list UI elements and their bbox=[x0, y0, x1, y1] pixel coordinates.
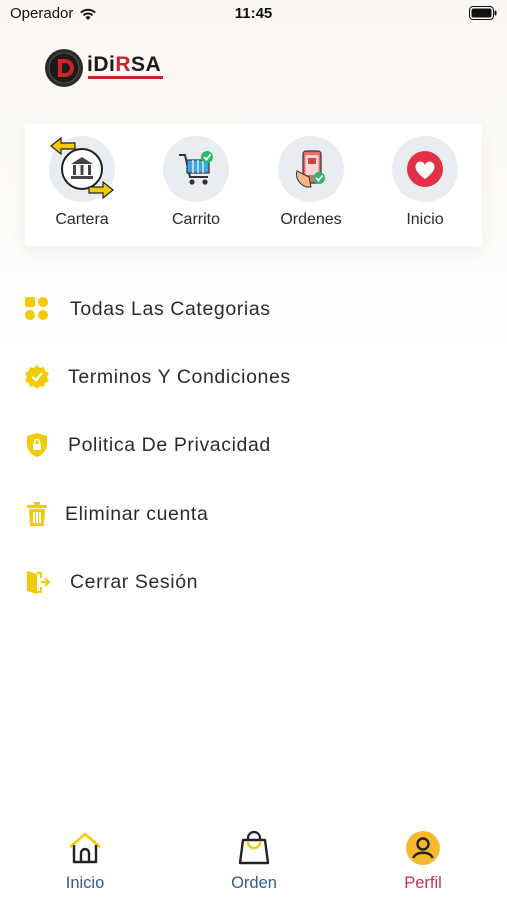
shortcut-carrito[interactable]: Carrito bbox=[141, 136, 251, 229]
tab-perfil[interactable]: Perfil bbox=[373, 830, 473, 893]
menu-item-label: Terminos Y Condiciones bbox=[68, 365, 291, 388]
tab-label: Perfil bbox=[404, 874, 442, 892]
shortcut-icon-circle bbox=[163, 136, 229, 202]
shortcut-label: Cartera bbox=[55, 211, 109, 228]
phone-order-icon bbox=[296, 150, 325, 188]
shortcut-icon-circle bbox=[49, 136, 115, 202]
clock: 11:45 bbox=[234, 5, 273, 22]
shortcut-label: Carrito bbox=[171, 211, 220, 228]
shortcut-icon-circle bbox=[278, 136, 344, 202]
logo-underline bbox=[88, 76, 163, 79]
shortcut-label: Ordenes bbox=[280, 211, 342, 228]
menu-item-label: Todas Las Categorias bbox=[70, 297, 271, 320]
shortcut-icon-circle bbox=[392, 136, 458, 202]
menu-item-categorias[interactable]: Todas Las Categorias bbox=[22, 289, 462, 329]
shortcuts-card: Cartera Carrito Ordenes Inicio bbox=[25, 124, 482, 246]
bottom-tab-bar: Inicio Orden Perfil bbox=[0, 820, 507, 900]
logo-wordmark: iDiRSA bbox=[87, 53, 161, 77]
menu-item-eliminar-cuenta[interactable]: Eliminar cuenta bbox=[22, 494, 462, 534]
tab-orden[interactable]: Orden bbox=[204, 830, 304, 893]
logo-emblem-icon bbox=[45, 49, 83, 87]
logo-text-part: iDi bbox=[87, 53, 116, 76]
menu-item-label: Eliminar cuenta bbox=[65, 502, 209, 525]
user-icon bbox=[406, 831, 440, 865]
menu-item-cerrar-sesion[interactable]: Cerrar Sesión bbox=[22, 562, 462, 602]
heart-icon bbox=[407, 151, 443, 187]
menu-item-privacidad[interactable]: Politica De Privacidad bbox=[22, 425, 462, 465]
bank-exchange-icon bbox=[50, 136, 114, 200]
logout-door-icon bbox=[22, 567, 52, 597]
logo-text-rest: SA bbox=[131, 53, 162, 76]
menu-item-label: Politica De Privacidad bbox=[68, 433, 271, 456]
menu-item-terminos[interactable]: Terminos Y Condiciones bbox=[22, 357, 462, 397]
badge-icon bbox=[22, 362, 52, 392]
trash-icon bbox=[22, 499, 52, 529]
shopping-cart-icon bbox=[179, 151, 213, 185]
app-logo: iDiRSA bbox=[44, 48, 163, 88]
shortcut-inicio[interactable]: Inicio bbox=[370, 136, 480, 229]
home-icon bbox=[69, 832, 101, 864]
status-bar: Operador 11:45 bbox=[0, 0, 507, 28]
shortcut-label: Inicio bbox=[406, 211, 444, 228]
menu-item-label: Cerrar Sesión bbox=[70, 570, 199, 593]
tab-label: Orden bbox=[231, 874, 277, 892]
grid-icon bbox=[22, 294, 52, 324]
tab-inicio[interactable]: Inicio bbox=[35, 830, 135, 893]
logo-text-red: R bbox=[115, 53, 132, 76]
shield-lock-icon bbox=[22, 430, 52, 460]
battery-icon bbox=[469, 6, 497, 24]
tab-label: Inicio bbox=[65, 874, 105, 892]
shortcut-cartera[interactable]: Cartera bbox=[27, 136, 137, 229]
bag-icon bbox=[238, 830, 270, 865]
shortcut-ordenes[interactable]: Ordenes bbox=[256, 136, 366, 229]
